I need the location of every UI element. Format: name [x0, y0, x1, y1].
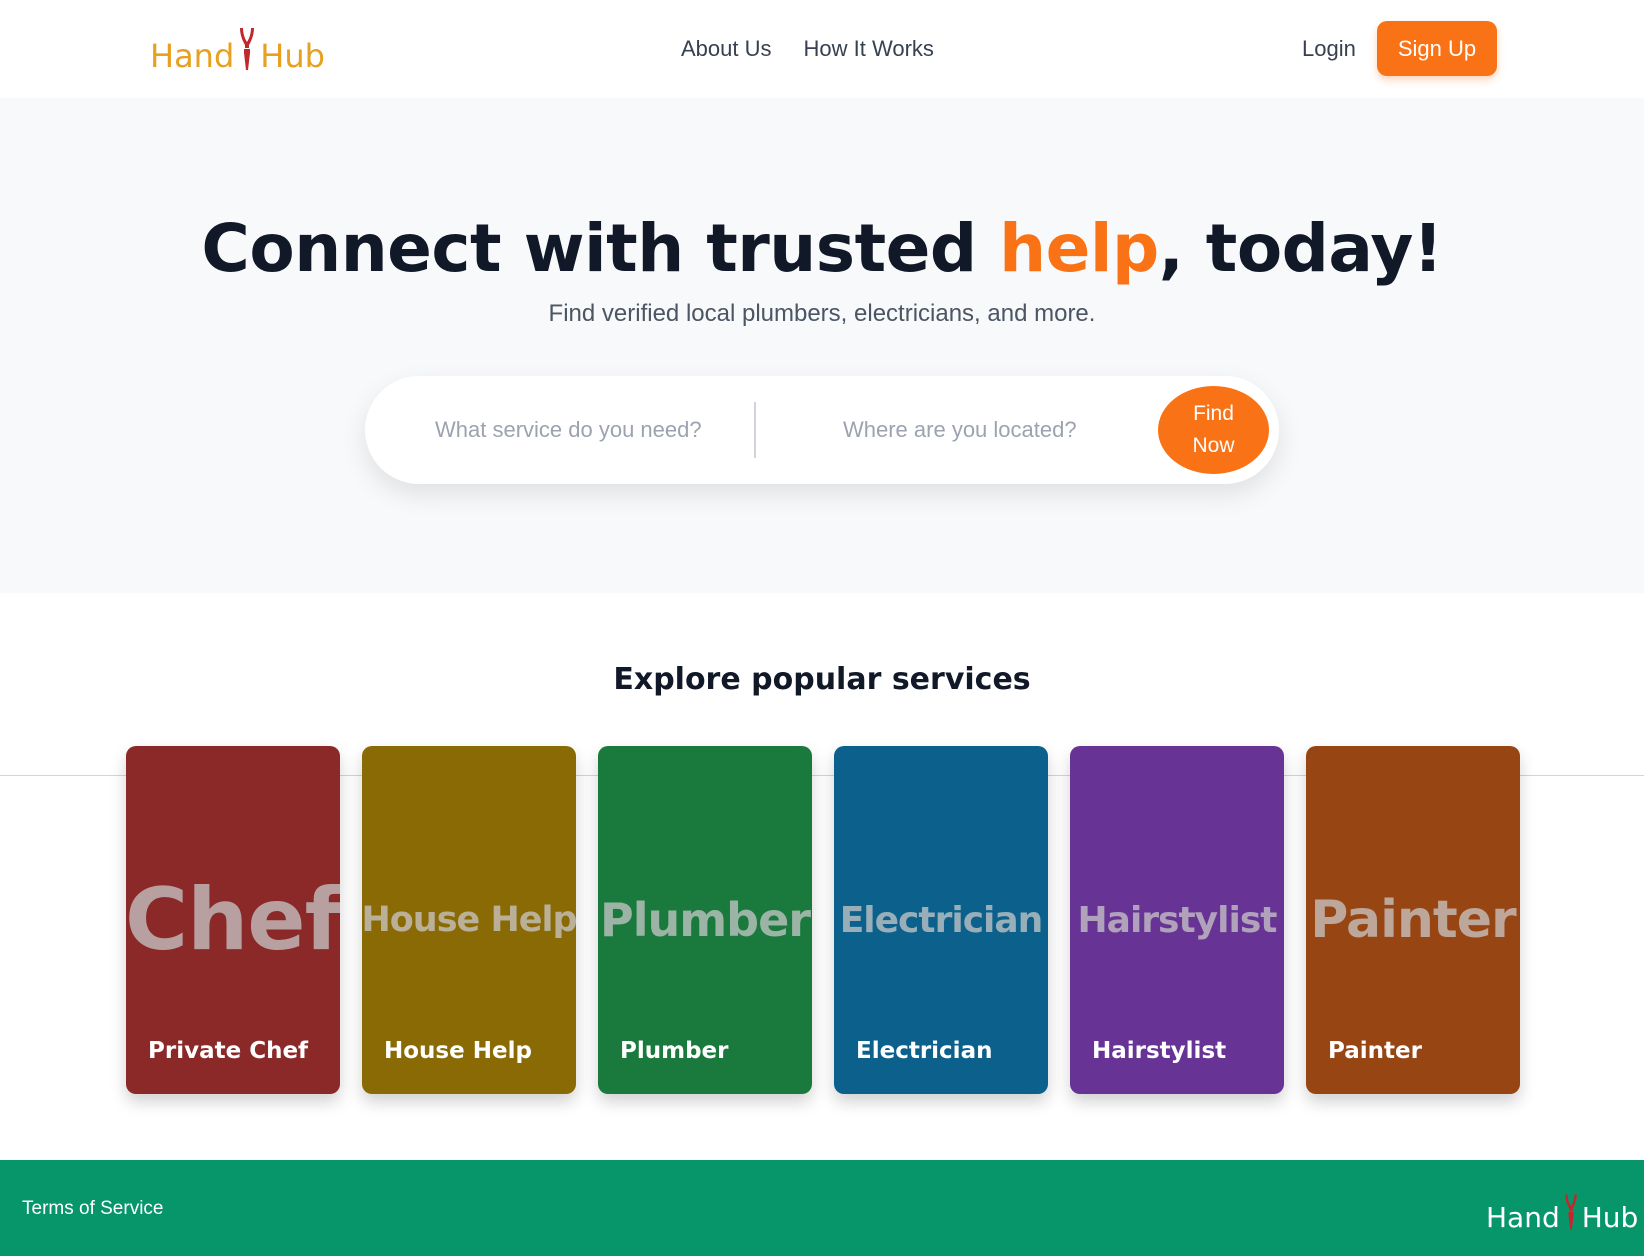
find-now-button[interactable]: Find Now	[1158, 386, 1269, 474]
hero-title-start: Connect with trusted	[201, 210, 1000, 287]
footer-logo[interactable]: Hand Hub	[1486, 1192, 1638, 1232]
search-bar: Find Now	[365, 376, 1279, 484]
site-footer: Terms of Service Hand Hub	[0, 1160, 1644, 1256]
service-card-electrician[interactable]: Electrician Electrician	[834, 746, 1048, 1094]
location-search-input[interactable]	[843, 410, 1143, 450]
services-title: Explore popular services	[613, 662, 1031, 697]
hero-subtitle: Find verified local plumbers, electricia…	[548, 300, 1096, 327]
search-divider	[754, 402, 756, 458]
service-cards: Chef Private Chef House Help House Help …	[126, 746, 1520, 1094]
main-nav: About Us How It Works	[681, 36, 934, 62]
nav-about-us[interactable]: About Us	[681, 36, 772, 62]
service-card-plumber[interactable]: Plumber Plumber	[598, 746, 812, 1094]
card-label: Private Chef	[148, 1038, 309, 1064]
logo-text-right: Hub	[1581, 1201, 1639, 1234]
logo-text-right: Hub	[260, 37, 325, 75]
service-card-painter[interactable]: Painter Painter	[1306, 746, 1520, 1094]
service-card-hairstylist[interactable]: Hairstylist Hairstylist	[1070, 746, 1284, 1094]
hero-title-end: , today!	[1158, 210, 1443, 287]
service-card-house-help[interactable]: House Help House Help	[362, 746, 576, 1094]
hero-section: Connect with trusted help, today! Find v…	[0, 98, 1644, 593]
pliers-icon	[240, 28, 255, 70]
service-card-private-chef[interactable]: Chef Private Chef	[126, 746, 340, 1094]
logo-text-left: Hand	[150, 37, 235, 75]
nav-how-it-works[interactable]: How It Works	[804, 36, 934, 62]
signup-button[interactable]: Sign Up	[1377, 21, 1497, 76]
terms-of-service-link[interactable]: Terms of Service	[22, 1198, 163, 1220]
hero-title-accent: help	[999, 210, 1159, 287]
card-label: Painter	[1328, 1038, 1422, 1064]
pliers-icon	[1564, 1194, 1577, 1230]
logo-text-left: Hand	[1486, 1201, 1560, 1234]
site-header: Hand Hub About Us How It Works Login Sig…	[0, 0, 1644, 98]
logo[interactable]: Hand Hub	[150, 26, 325, 72]
card-label: House Help	[384, 1038, 532, 1064]
hero-title: Connect with trusted help, today!	[0, 210, 1644, 287]
card-label: Hairstylist	[1092, 1038, 1227, 1064]
find-now-label-line1: Find	[1193, 402, 1234, 425]
login-link[interactable]: Login	[1302, 36, 1356, 62]
card-label: Electrician	[856, 1038, 993, 1064]
find-now-label-line2: Now	[1192, 434, 1235, 457]
service-search-input[interactable]	[435, 410, 735, 450]
card-label: Plumber	[620, 1038, 729, 1064]
